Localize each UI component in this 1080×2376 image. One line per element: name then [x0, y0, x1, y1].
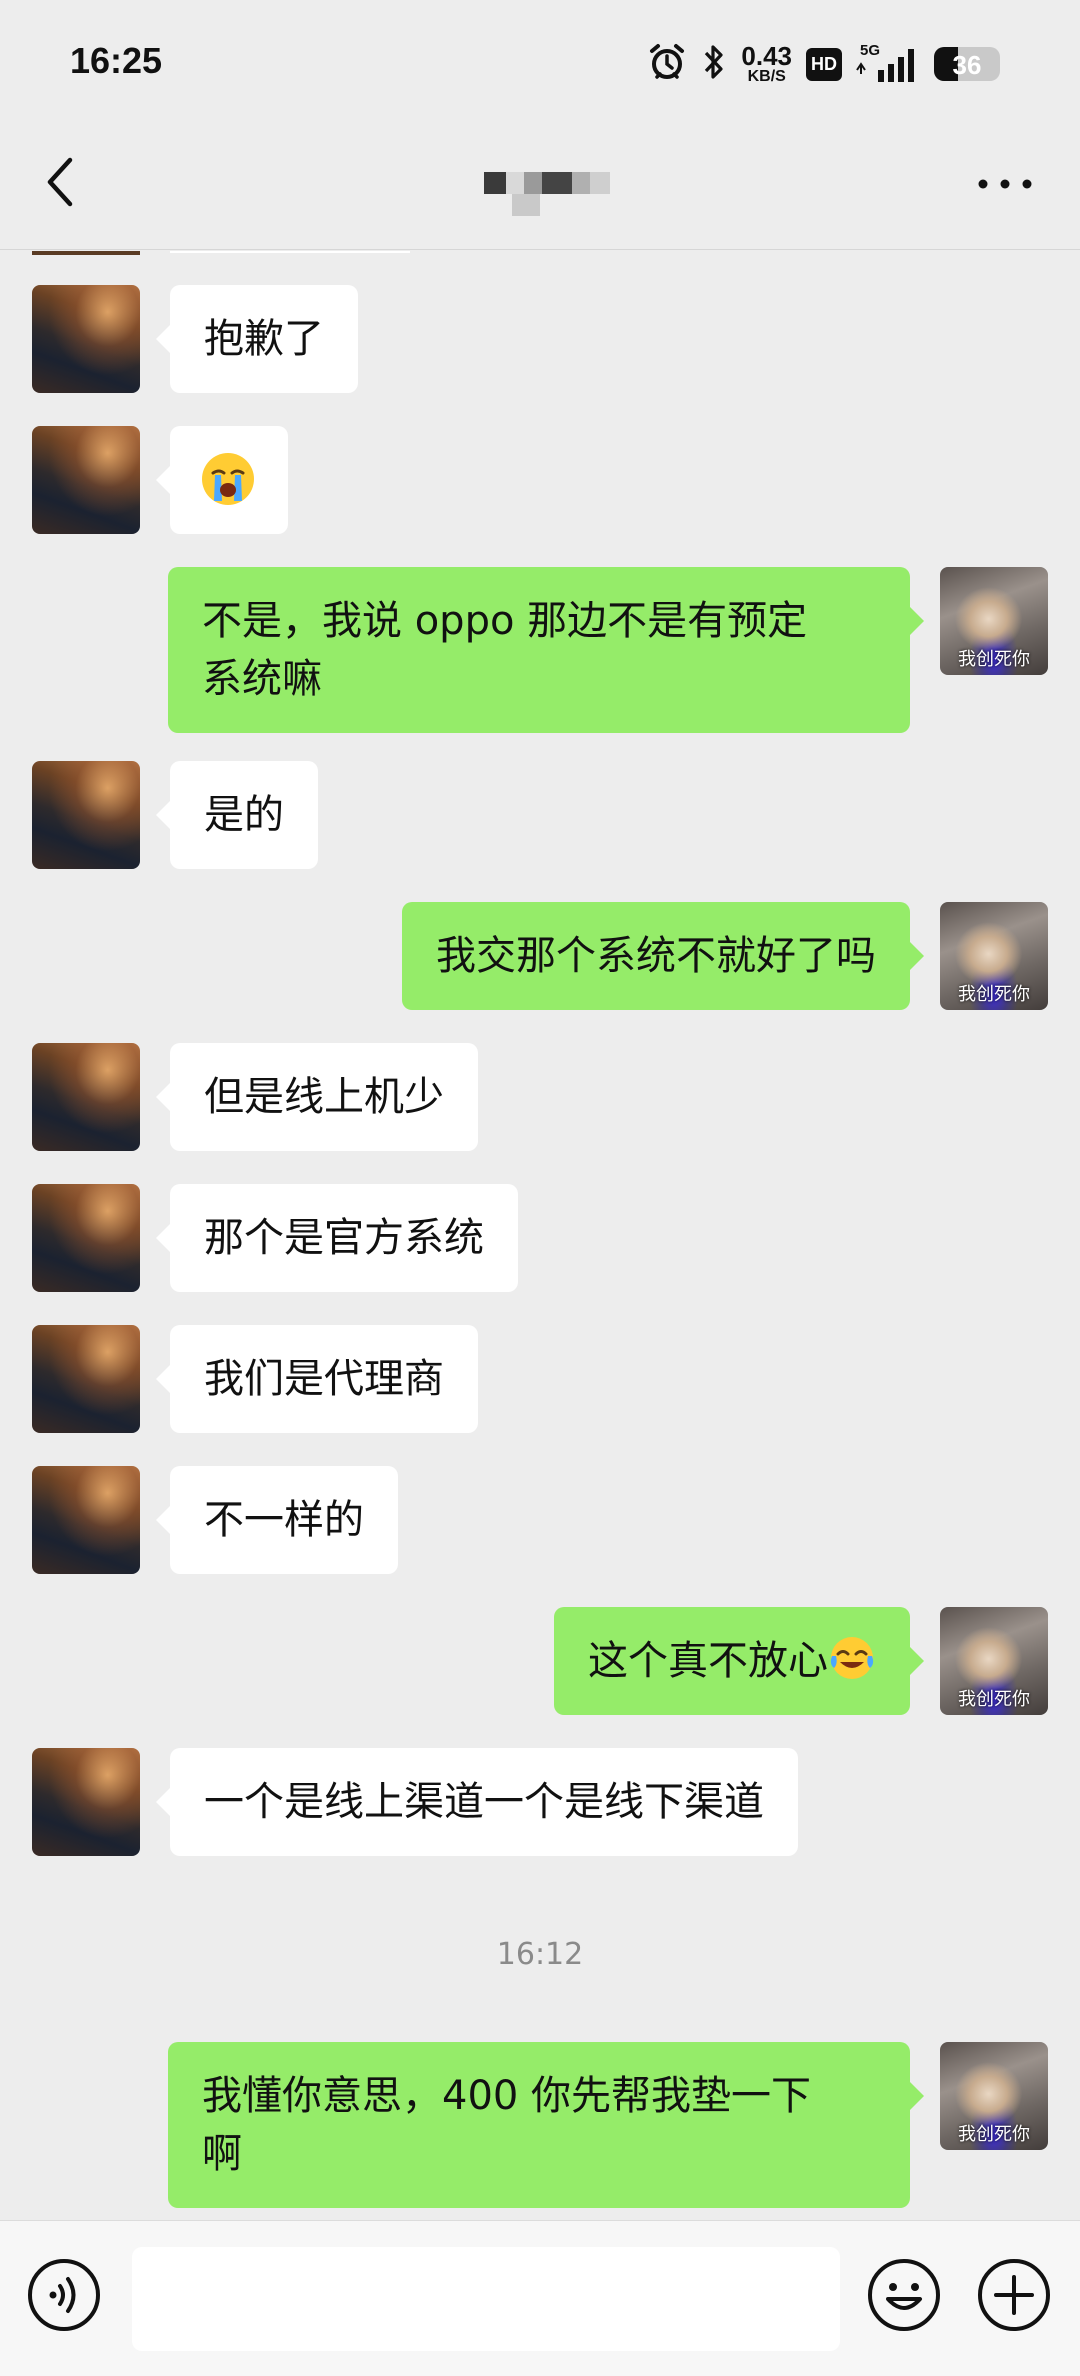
chat-header — [0, 126, 1080, 250]
network-speed: 0.43 KB/S — [741, 43, 792, 85]
message-bubble[interactable]: 是的 — [156, 761, 318, 869]
message-bubble[interactable]: 我懂你意思，400 你先帮我垫一下 啊 — [168, 2042, 924, 2208]
message-bubble[interactable]: 但是线上机少 — [156, 1043, 478, 1151]
emoji-button[interactable] — [866, 2257, 942, 2333]
signal-icon: 5G — [856, 42, 920, 84]
message-text: 这个真不放心 — [588, 1638, 828, 1684]
status-bar: 16:25 0.43 KB/S HD 5G 36 — [0, 0, 1080, 126]
contact-avatar[interactable] — [32, 426, 140, 534]
message-timestamp: 16:12 — [496, 1937, 584, 1972]
contact-avatar[interactable] — [32, 1325, 140, 1433]
network-speed-value: 0.43 — [741, 41, 792, 71]
back-button[interactable] — [30, 152, 90, 212]
my-avatar[interactable]: 我创死你 — [940, 2042, 1048, 2150]
message-line: 我懂你意思，400 你先帮我垫一下 — [202, 2073, 812, 2119]
message-bubble[interactable]: 一个是线上渠道一个是线下渠道 — [156, 1748, 798, 1856]
message-bubble[interactable]: 那个是官方系统 — [156, 1184, 518, 1292]
my-avatar-caption: 我创死你 — [958, 649, 1030, 670]
tears-of-joy-face-icon — [830, 1637, 874, 1679]
contact-avatar[interactable] — [32, 761, 140, 869]
more-dots-icon — [978, 179, 1032, 189]
my-avatar-caption: 我创死你 — [958, 984, 1030, 1005]
message-line: 啊 — [202, 2131, 242, 2177]
message-bubble[interactable] — [156, 426, 288, 534]
emoji-icon — [868, 2259, 940, 2331]
my-avatar[interactable]: 我创死你 — [940, 567, 1048, 675]
battery-level: 36 — [952, 50, 982, 80]
message-bubble[interactable]: 我交那个系统不就好了吗 — [402, 902, 924, 1010]
message-input[interactable] — [132, 2247, 840, 2351]
chat-message-list[interactable]: 抱歉了 我创死你 不是，我说 oppo 那边不是有预定 系统嘛 是的 我创死你 … — [0, 251, 1080, 2220]
more-functions-button[interactable] — [976, 2257, 1052, 2333]
network-speed-unit: KB/S — [747, 68, 786, 85]
chat-title-obscured — [484, 156, 624, 216]
contact-avatar[interactable] — [32, 1466, 140, 1574]
my-avatar-caption: 我创死你 — [958, 1689, 1030, 1710]
message-bubble[interactable]: 我们是代理商 — [156, 1325, 478, 1433]
loudly-crying-face-icon — [202, 453, 254, 505]
contact-avatar[interactable] — [32, 1184, 140, 1292]
previous-message-cutoff — [0, 251, 1080, 255]
contact-avatar[interactable] — [32, 1748, 140, 1856]
bluetooth-icon — [701, 42, 727, 86]
contact-avatar[interactable] — [32, 1043, 140, 1151]
status-icons: 0.43 KB/S HD 5G 36 — [647, 40, 1000, 88]
message-line: 系统嘛 — [202, 656, 322, 702]
voice-button[interactable] — [26, 2257, 102, 2333]
message-line: 不是，我说 oppo 那边不是有预定 — [202, 598, 808, 644]
message-bubble[interactable]: 不是，我说 oppo 那边不是有预定 系统嘛 — [168, 567, 924, 733]
plus-icon — [978, 2259, 1050, 2331]
hd-badge: HD — [806, 47, 842, 81]
voice-icon — [28, 2259, 100, 2331]
message-bubble[interactable]: 不一样的 — [156, 1466, 398, 1574]
my-avatar-caption: 我创死你 — [958, 2124, 1030, 2145]
status-time: 16:25 — [70, 40, 163, 81]
my-avatar[interactable]: 我创死你 — [940, 1607, 1048, 1715]
alarm-icon — [647, 42, 687, 86]
contact-avatar[interactable] — [32, 285, 140, 393]
chevron-left-icon — [47, 157, 73, 207]
more-button[interactable] — [970, 164, 1040, 204]
input-bar — [0, 2220, 1080, 2376]
battery-indicator: 36 — [934, 47, 1000, 81]
my-avatar[interactable]: 我创死你 — [940, 902, 1048, 1010]
message-bubble[interactable]: 这个真不放心 — [554, 1607, 924, 1715]
message-bubble[interactable]: 抱歉了 — [156, 285, 358, 393]
